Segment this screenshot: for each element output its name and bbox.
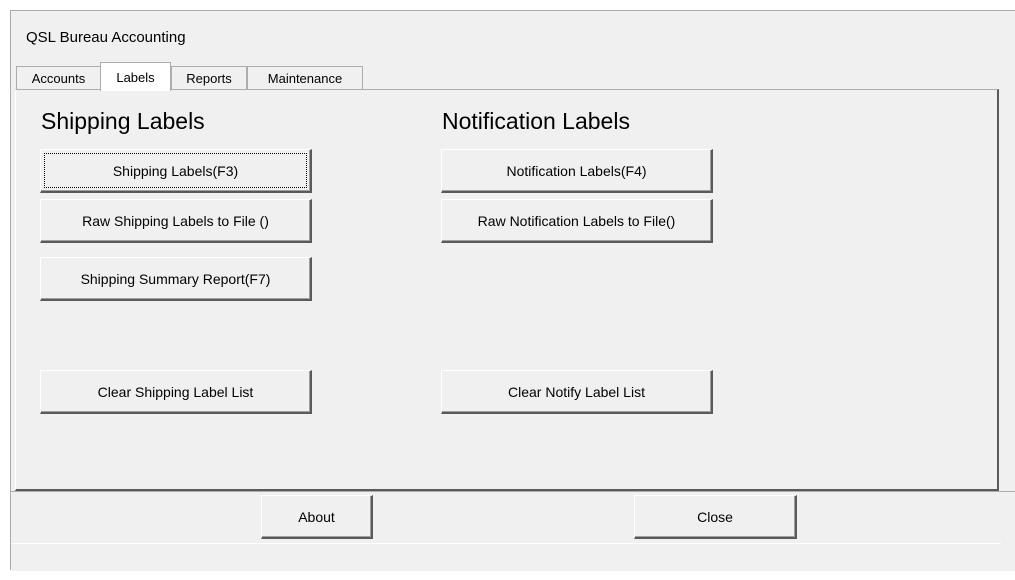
shipping-labels-heading: Shipping Labels bbox=[41, 108, 205, 134]
tab-labels[interactable]: Labels bbox=[100, 62, 171, 91]
labels-tab-panel: Shipping Labels Shipping Labels(F3) Raw … bbox=[15, 89, 999, 491]
notification-labels-button[interactable]: Notification Labels(F4) bbox=[441, 149, 713, 193]
client-area: Accounts Labels Reports Maintenance Ship… bbox=[11, 61, 1015, 571]
divider bbox=[11, 491, 1015, 492]
about-button[interactable]: About bbox=[261, 495, 373, 539]
status-bar bbox=[11, 543, 1001, 571]
tab-maintenance[interactable]: Maintenance bbox=[247, 66, 363, 90]
tab-accounts[interactable]: Accounts bbox=[16, 66, 101, 90]
raw-shipping-labels-to-file-button[interactable]: Raw Shipping Labels to File () bbox=[40, 199, 312, 243]
notification-labels-heading: Notification Labels bbox=[442, 108, 630, 134]
shipping-labels-button[interactable]: Shipping Labels(F3) bbox=[40, 149, 312, 193]
main-window: QSL Bureau Accounting Accounts Labels Re… bbox=[10, 10, 1015, 571]
shipping-summary-report-button[interactable]: Shipping Summary Report(F7) bbox=[40, 257, 312, 301]
title-bar: QSL Bureau Accounting bbox=[11, 11, 1015, 61]
clear-notify-label-list-button[interactable]: Clear Notify Label List bbox=[441, 370, 713, 414]
close-button[interactable]: Close bbox=[634, 495, 797, 539]
window-title: QSL Bureau Accounting bbox=[26, 29, 186, 46]
clear-shipping-label-list-button[interactable]: Clear Shipping Label List bbox=[40, 370, 312, 414]
tab-reports[interactable]: Reports bbox=[171, 66, 247, 90]
raw-notification-labels-to-file-button[interactable]: Raw Notification Labels to File() bbox=[441, 199, 713, 243]
